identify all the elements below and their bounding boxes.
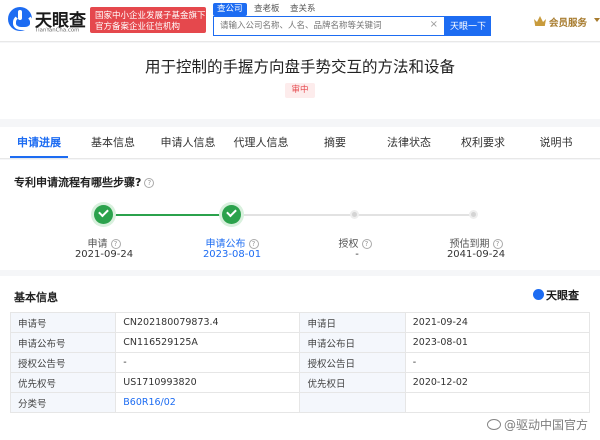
step-label-apply: 申请? — [44, 235, 164, 250]
title-card: 用于控制的手握方向盘手势交互的方法和设备 审中 — [0, 43, 600, 119]
tab-abstract[interactable]: 摘要 — [306, 127, 364, 158]
field-value — [404, 392, 591, 413]
field-value: CN116529125A — [115, 332, 301, 353]
step-node-publish — [222, 205, 241, 224]
field-value: 2021-09-24 — [404, 312, 591, 333]
field-label: 授权公告日 — [299, 352, 406, 373]
table-row: 分类号 B60R16/02 — [9, 392, 591, 413]
table-row: 申请号 CN202180079873.4 申请日 2021-09-24 — [9, 312, 591, 333]
brand-mark-text: 天眼查 — [546, 289, 579, 302]
step-date-grant: - — [355, 249, 359, 260]
page-title: 用于控制的手握方向盘手势交互的方法和设备 — [144, 58, 455, 76]
classification-link[interactable]: B60R16/02 — [115, 392, 301, 413]
field-value: 2020-12-02 — [404, 372, 591, 393]
clear-icon[interactable]: × — [430, 19, 438, 30]
field-value: CN202180079873.4 — [115, 312, 301, 333]
status-badge: 审中 — [285, 83, 315, 98]
field-label: 优先权号 — [9, 372, 117, 393]
help-icon[interactable]: ? — [248, 239, 259, 249]
step-date-apply: 2021-09-24 — [74, 249, 134, 260]
tab-applicant-info[interactable]: 申请人信息 — [155, 127, 221, 158]
gov-badge-line2: 官方备案企业征信机构 — [95, 22, 181, 32]
progress-question[interactable]: 专利申请流程有哪些步骤?? — [14, 174, 155, 190]
logo-subtext: TianYanCha.com — [35, 27, 80, 34]
table-row: 优先权号 US1710993820 优先权日 2020-12-02 — [9, 372, 591, 393]
table-row: 授权公告号 - 授权公告日 - — [9, 352, 591, 373]
search-tab-boss[interactable]: 查老板 — [250, 3, 284, 16]
tianyancha-logo[interactable]: 天眼查 TianYanCha.com — [8, 5, 88, 35]
tab-basic-info[interactable]: 基本信息 — [82, 127, 144, 158]
field-label — [299, 392, 406, 413]
field-label: 申请公布日 — [299, 332, 406, 353]
search-input[interactable] — [214, 17, 426, 35]
search-tab-relation[interactable]: 查关系 — [286, 3, 320, 16]
progress-question-text: 专利申请流程有哪些步骤? — [14, 176, 142, 189]
step-label-expire: 预估到期? — [416, 235, 536, 250]
application-progress: 专利申请流程有哪些步骤?? 申请? 2021-09-24 申请公布? 2023-… — [0, 160, 600, 270]
help-icon[interactable]: ? — [361, 239, 372, 249]
field-value: - — [404, 352, 591, 373]
tab-description[interactable]: 说明书 — [527, 127, 585, 158]
help-icon[interactable]: ? — [110, 239, 121, 249]
field-label: 申请号 — [9, 312, 117, 333]
progress-track-done — [104, 214, 232, 216]
field-label: 授权公告号 — [9, 352, 117, 373]
tab-legal-status[interactable]: 法律状态 — [377, 127, 441, 158]
tab-claims[interactable]: 权利要求 — [451, 127, 515, 158]
step-node-grant — [350, 210, 359, 219]
help-icon[interactable]: ? — [144, 178, 155, 188]
search-box: × — [213, 16, 445, 36]
basic-info-table: 申请号 CN202180079873.4 申请日 2021-09-24 申请公布… — [9, 312, 591, 413]
vip-label: 会员服务 — [549, 18, 588, 29]
basic-info-title: 基本信息 — [14, 291, 58, 304]
field-value: US1710993820 — [115, 372, 301, 393]
search-tab-company[interactable]: 查公司 — [213, 3, 247, 16]
field-label: 申请公布号 — [9, 332, 117, 353]
tab-agent-info[interactable]: 代理人信息 — [228, 127, 294, 158]
top-header: 天眼查 TianYanCha.com 国家中小企业发展子基金旗下 官方备案企业征… — [0, 0, 600, 42]
eye-logo-icon — [533, 289, 544, 300]
field-value: - — [115, 352, 301, 373]
field-label: 优先权日 — [299, 372, 406, 393]
step-label-grant: 授权? — [295, 235, 415, 250]
help-icon[interactable]: ? — [492, 239, 503, 249]
field-label: 申请日 — [299, 312, 406, 333]
section-tabs: 申请进展 基本信息 申请人信息 代理人信息 摘要 法律状态 权利要求 说明书 — [0, 127, 600, 159]
step-date-publish: 2023-08-01 — [202, 249, 262, 260]
search-button[interactable]: 天眼一下 — [445, 16, 491, 36]
field-label: 分类号 — [9, 392, 117, 413]
step-node-apply — [94, 205, 113, 224]
step-label-publish: 申请公布? — [172, 235, 292, 250]
step-date-expire: 2041-09-24 — [446, 249, 506, 260]
weibo-icon — [487, 419, 501, 430]
weibo-watermark: @驱动中国官方 — [487, 416, 588, 433]
step-node-expire — [469, 210, 478, 219]
tab-progress[interactable]: 申请进展 — [10, 127, 68, 158]
chevron-down-icon — [594, 18, 600, 22]
crown-icon — [534, 16, 546, 26]
eye-logo-icon — [8, 7, 33, 31]
field-value: 2023-08-01 — [404, 332, 591, 353]
table-row: 申请公布号 CN116529125A 申请公布日 2023-08-01 — [9, 332, 591, 353]
government-badge: 国家中小企业发展子基金旗下 官方备案企业征信机构 — [90, 7, 206, 33]
active-tab-indicator — [10, 156, 68, 158]
